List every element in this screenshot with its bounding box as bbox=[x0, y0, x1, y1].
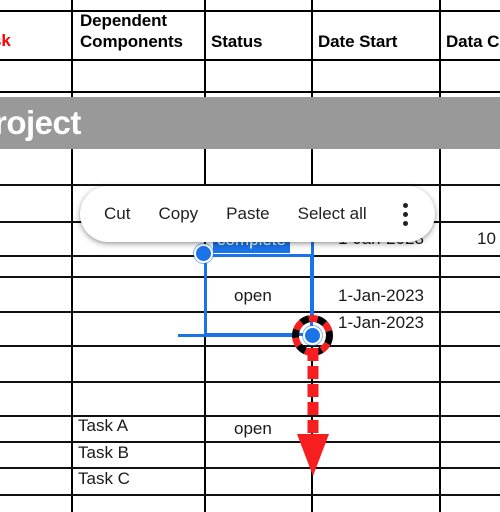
cell-status-open-lower[interactable]: open bbox=[234, 419, 272, 439]
header-bottom-border bbox=[0, 59, 500, 61]
cell-task-a[interactable]: Task A bbox=[78, 416, 128, 436]
row-border-6 bbox=[0, 345, 500, 347]
selection-handle-bottom-right[interactable] bbox=[303, 326, 322, 345]
header-data-complete: Data C bbox=[446, 32, 500, 51]
header-top-border bbox=[0, 10, 500, 12]
context-menu-item-select-all[interactable]: Select all bbox=[284, 198, 381, 230]
header-status: Status bbox=[211, 32, 263, 51]
row-border-8 bbox=[0, 415, 500, 417]
selection-handle-top-left[interactable] bbox=[194, 244, 213, 263]
header-date-start: Date Start bbox=[318, 32, 398, 51]
header-task: sk bbox=[0, 31, 11, 50]
row-border-11 bbox=[0, 494, 500, 496]
cell-date-start-row3[interactable]: 1-Jan-2023 bbox=[338, 313, 424, 333]
project-banner: roject bbox=[0, 97, 500, 149]
more-dot-1 bbox=[403, 202, 409, 208]
selection-guide-vertical bbox=[311, 236, 314, 316]
context-menu-item-cut[interactable]: Cut bbox=[90, 198, 144, 230]
cell-date-start-row2[interactable]: 1-Jan-2023 bbox=[338, 286, 424, 306]
cell-task-c[interactable]: Task C bbox=[78, 469, 130, 489]
context-menu-item-paste[interactable]: Paste bbox=[212, 198, 283, 230]
context-menu[interactable]: Cut Copy Paste Select all bbox=[80, 186, 435, 242]
header-dependent-components-line1: Dependent bbox=[80, 11, 167, 30]
header-dependent-components-line2: Components bbox=[80, 32, 183, 51]
banner-title: roject bbox=[0, 104, 81, 141]
context-menu-item-copy[interactable]: Copy bbox=[144, 198, 212, 230]
more-vertical-icon[interactable] bbox=[389, 197, 423, 231]
row-border-10 bbox=[0, 467, 500, 469]
screenshot-root: sk Dependent Components Status Date Star… bbox=[0, 0, 500, 512]
cell-task-b[interactable]: Task B bbox=[78, 443, 129, 463]
header-row2-border bbox=[0, 91, 500, 93]
row-border-9 bbox=[0, 441, 500, 443]
row-border-7 bbox=[0, 381, 500, 383]
drag-direction-arrow-icon bbox=[297, 348, 329, 476]
more-dot-3 bbox=[403, 220, 409, 226]
selection-guide-horizontal bbox=[178, 334, 298, 337]
cell-data-complete-row1[interactable]: 10 bbox=[477, 229, 496, 249]
more-dot-2 bbox=[403, 211, 409, 217]
cell-selection-rectangle[interactable] bbox=[204, 254, 313, 336]
